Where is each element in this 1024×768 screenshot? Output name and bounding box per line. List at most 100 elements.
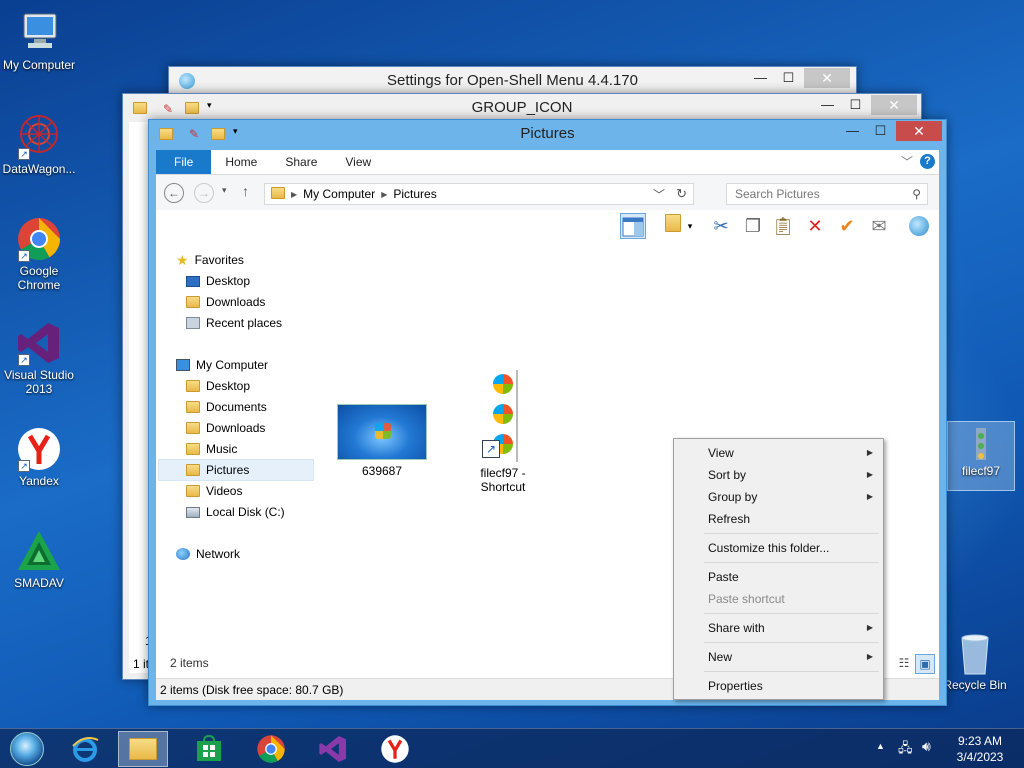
- nav-favorites-desktop[interactable]: Desktop: [186, 271, 250, 291]
- menu-item-sort-by[interactable]: Sort by ▶: [676, 464, 881, 486]
- menu-item-paste[interactable]: Paste: [676, 566, 881, 588]
- search-input[interactable]: Search Pictures ⚲: [726, 183, 928, 205]
- submenu-arrow-icon: ▶: [866, 652, 873, 661]
- maximize-button[interactable]: ☐: [775, 68, 802, 88]
- tab-share[interactable]: Share: [271, 150, 331, 174]
- taskbar-internet-explorer[interactable]: [60, 731, 110, 767]
- recent-locations-icon[interactable]: ▾: [222, 185, 227, 196]
- nav-computer-local-disk[interactable]: Local Disk (C:): [186, 502, 285, 522]
- network-tray-icon[interactable]: 🖧︎: [898, 739, 913, 761]
- nav-my-computer[interactable]: My Computer: [176, 355, 268, 375]
- tab-view[interactable]: View: [331, 150, 385, 174]
- desktop-icon-yandex[interactable]: ↗ Yandex: [0, 426, 80, 488]
- taskbar-visual-studio[interactable]: [308, 731, 358, 767]
- clock[interactable]: 9:23 AM 3/4/2023: [948, 733, 1012, 765]
- tab-file[interactable]: File: [156, 150, 212, 174]
- title-bar[interactable]: ✎ ▾ Pictures — ☐ ✕: [149, 120, 946, 148]
- submenu-arrow-icon: ▶: [866, 623, 873, 632]
- folder-icon: [271, 186, 285, 202]
- minimize-button[interactable]: —: [747, 68, 774, 88]
- nav-computer-downloads[interactable]: Downloads: [186, 418, 265, 438]
- menu-item-properties[interactable]: Properties: [676, 675, 881, 697]
- volume-icon[interactable]: 🔊︎: [922, 738, 931, 755]
- nav-computer-pictures[interactable]: Pictures: [186, 460, 249, 480]
- maximize-button[interactable]: ☐: [867, 121, 894, 141]
- address-dropdown-icon[interactable]: ﹀: [653, 186, 665, 203]
- music-folder-icon: [186, 443, 200, 455]
- context-menu: View ▶ Sort by ▶ Group by ▶ Refresh Customi…: [673, 438, 884, 700]
- help-icon[interactable]: ?: [920, 154, 935, 169]
- nav-favorites[interactable]: ★ Favorites: [176, 250, 244, 270]
- desktop-icon-label: Google Chrome: [17, 264, 61, 292]
- nav-computer-music[interactable]: Music: [186, 439, 237, 459]
- up-button[interactable]: ↑: [242, 183, 249, 199]
- forward-button[interactable]: →: [194, 183, 214, 203]
- menu-separator: [704, 613, 879, 614]
- window-title: Pictures: [520, 125, 575, 142]
- start-button[interactable]: [2, 731, 52, 767]
- status-text: 2 items (Disk free space: 80.7 GB): [160, 683, 344, 697]
- menu-item-refresh[interactable]: Refresh: [676, 508, 881, 530]
- breadcrumb-separator-icon[interactable]: ▶: [291, 190, 297, 199]
- address-bar[interactable]: ▶ My Computer ▶ Pictures ﹀ ↻: [264, 183, 694, 205]
- paste-icon[interactable]: 📋︎: [770, 213, 796, 239]
- menu-item-group-by[interactable]: Group by ▶: [676, 486, 881, 508]
- search-icon[interactable]: ⚲: [912, 184, 921, 204]
- cut-icon[interactable]: ✂: [708, 213, 734, 239]
- desktop-icon-google-chrome[interactable]: ↗ Google Chrome: [0, 216, 80, 292]
- preview-pane-icon[interactable]: [620, 213, 646, 239]
- chevron-down-icon[interactable]: ▾: [684, 213, 696, 239]
- close-button[interactable]: ✕: [871, 95, 917, 115]
- refresh-icon[interactable]: ↻: [676, 186, 687, 202]
- folder-options-icon[interactable]: [660, 213, 686, 239]
- recent-places-icon: [186, 317, 200, 329]
- file-item-filecf97-shortcut[interactable]: ↗ filecf97 - Shortcut: [471, 370, 535, 494]
- close-button[interactable]: ✕: [896, 121, 942, 141]
- title-bar[interactable]: ✎ ▾ GROUP_ICON — ☐ ✕: [123, 94, 921, 122]
- taskbar-store[interactable]: [184, 731, 234, 767]
- taskbar-yandex[interactable]: [370, 731, 420, 767]
- maximize-button[interactable]: ☐: [842, 95, 869, 115]
- desktop-icon-smadav[interactable]: SMADAV: [0, 528, 80, 590]
- large-icons-view-icon[interactable]: ▣: [915, 654, 935, 674]
- copy-icon[interactable]: ❐: [740, 213, 766, 239]
- nav-computer-videos[interactable]: Videos: [186, 481, 242, 501]
- desktop-icon-datawagon[interactable]: ↗ DataWagon...: [0, 114, 80, 176]
- menu-item-customize-folder[interactable]: Customize this folder...: [676, 537, 881, 559]
- menu-item-view[interactable]: View ▶: [676, 442, 881, 464]
- file-item-639687[interactable]: 639687: [336, 404, 428, 478]
- breadcrumb-my-computer[interactable]: My Computer: [303, 187, 375, 201]
- nav-favorites-recent-places[interactable]: Recent places: [186, 313, 282, 333]
- properties-check-icon[interactable]: ✔: [834, 213, 860, 239]
- nav-network[interactable]: Network: [176, 544, 240, 564]
- desktop-icon-my-computer[interactable]: My Computer: [0, 10, 80, 72]
- back-button[interactable]: ←: [164, 183, 184, 203]
- recycle-bin-icon: [952, 630, 998, 676]
- taskbar-google-chrome[interactable]: [246, 731, 296, 767]
- menu-item-new[interactable]: New ▶: [676, 646, 881, 668]
- show-hidden-icons-icon[interactable]: ▲: [876, 741, 885, 751]
- minimize-button[interactable]: —: [839, 121, 866, 141]
- breadcrumb-pictures[interactable]: Pictures: [393, 187, 436, 201]
- tab-home[interactable]: Home: [211, 150, 271, 174]
- menu-separator: [704, 562, 879, 563]
- details-view-icon[interactable]: ☷: [895, 654, 913, 672]
- close-button[interactable]: ✕: [804, 68, 850, 88]
- yandex-icon: ↗: [16, 426, 62, 472]
- minimize-button[interactable]: —: [814, 95, 841, 115]
- start-orb-icon: [10, 732, 44, 766]
- nav-computer-desktop[interactable]: Desktop: [186, 376, 250, 396]
- desktop-icon-visual-studio[interactable]: ↗ Visual Studio 2013: [0, 320, 80, 396]
- taskbar-file-explorer[interactable]: [118, 731, 168, 767]
- nav-favorites-downloads[interactable]: Downloads: [186, 292, 265, 312]
- delete-icon[interactable]: ✕: [802, 213, 828, 239]
- breadcrumb-separator-icon[interactable]: ▶: [381, 190, 387, 199]
- email-icon[interactable]: ✉: [866, 213, 892, 239]
- nav-computer-documents[interactable]: Documents: [186, 397, 267, 417]
- menu-item-share-with[interactable]: Share with ▶: [676, 617, 881, 639]
- title-bar[interactable]: Settings for Open-Shell Menu 4.4.170 — ☐…: [169, 67, 856, 95]
- datawagon-icon: ↗: [16, 114, 62, 160]
- open-shell-settings-icon[interactable]: [906, 213, 932, 239]
- desktop-icon-filecf97[interactable]: filecf97: [947, 421, 1015, 491]
- expand-ribbon-icon[interactable]: ﹀: [901, 153, 913, 170]
